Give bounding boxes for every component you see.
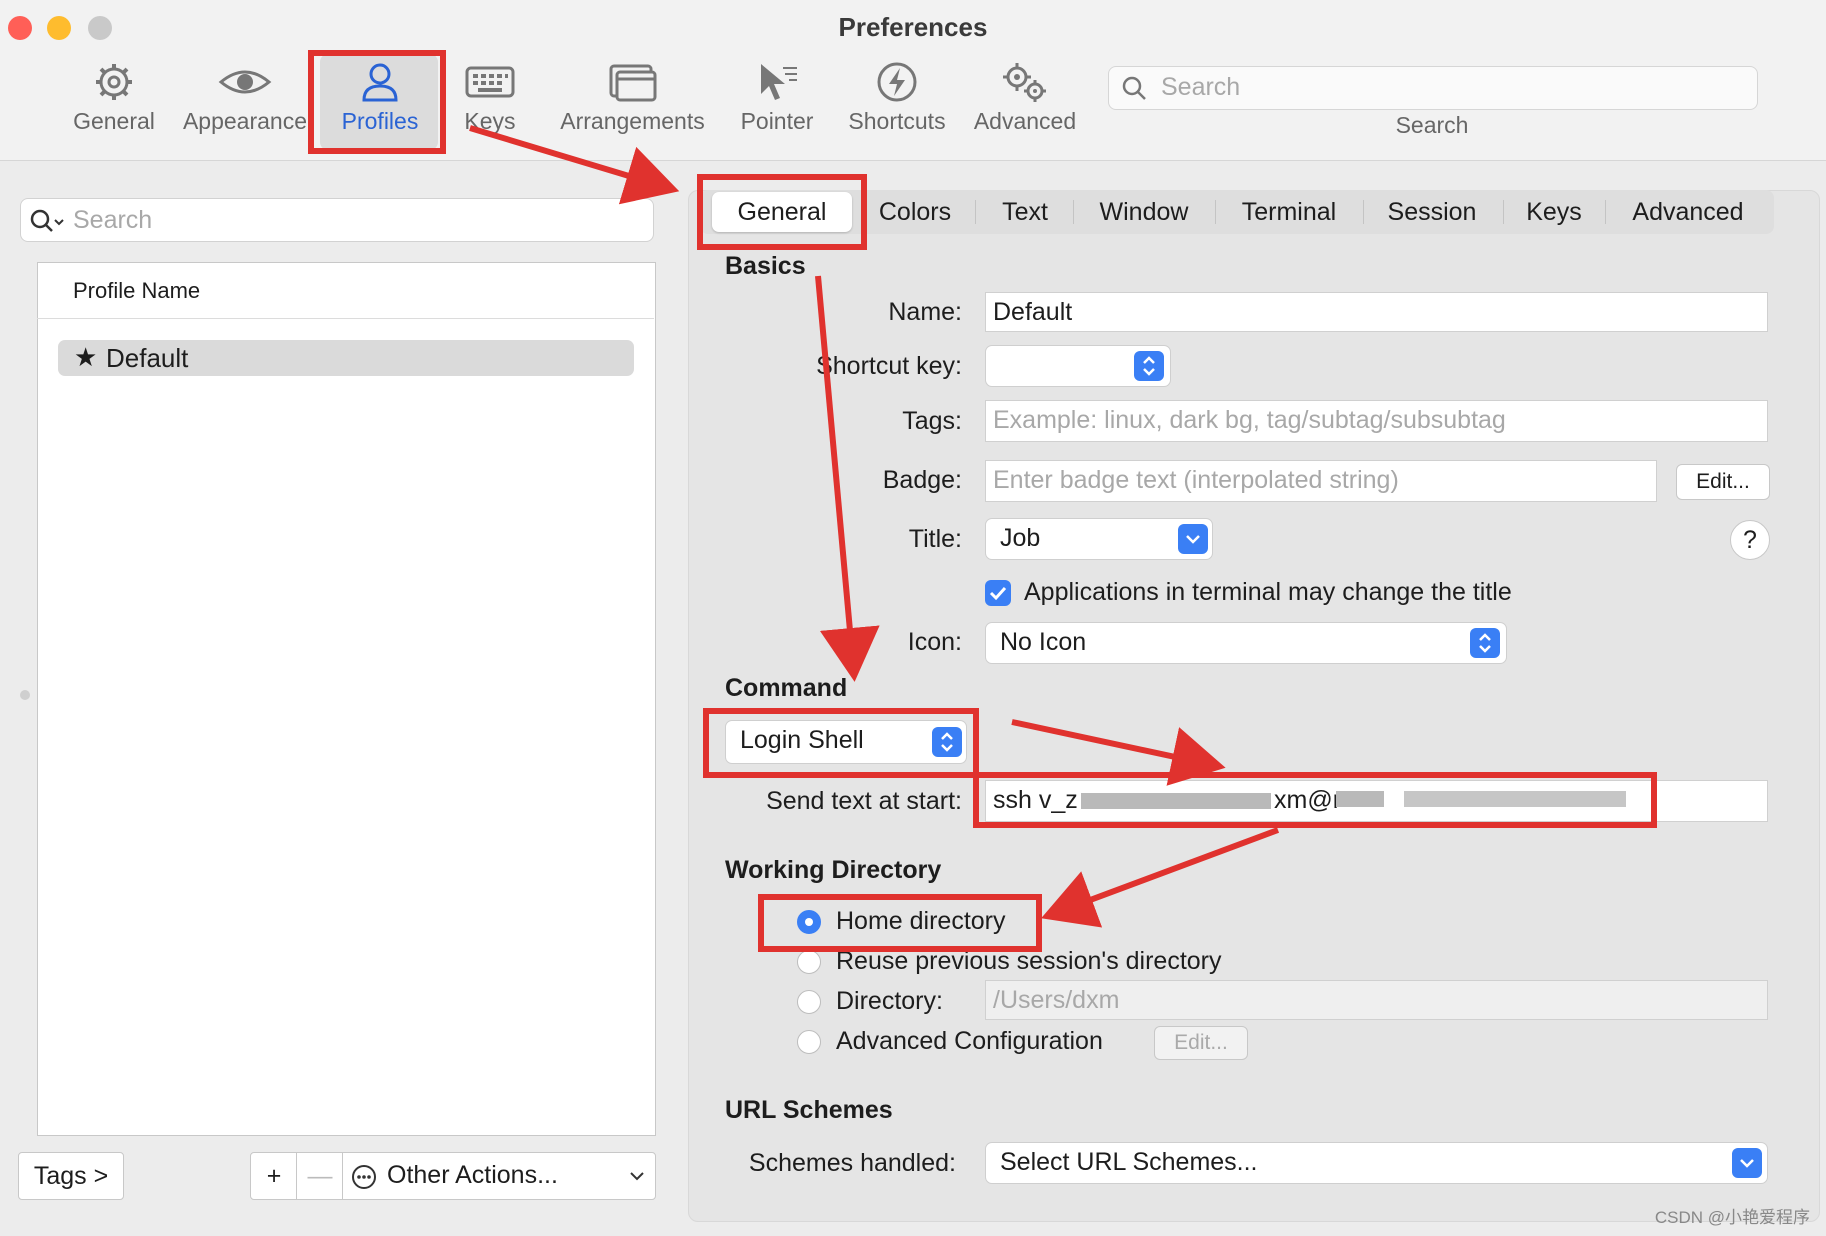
arrow-send-text-to-home [1041,827,1280,928]
arrow-profiles-to-general [469,125,680,205]
annotation-arrows [469,125,1280,928]
arrow-general-to-command [815,275,880,682]
watermark: CSDN @小艳爱程序 [1654,1208,1810,1227]
arrow-shell-to-send-text [1011,719,1226,786]
